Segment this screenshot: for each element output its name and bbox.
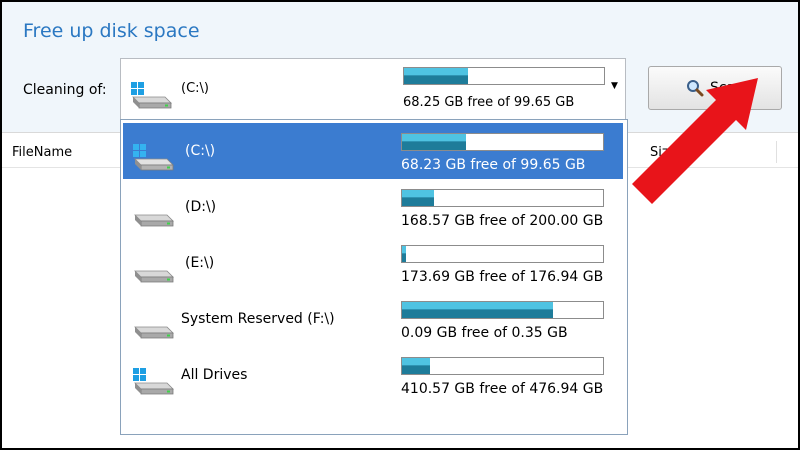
annotation-arrow-icon bbox=[632, 78, 758, 204]
dropdown-item-all-drives[interactable]: All Drives 410.57 GB free of 476.94 GB bbox=[123, 347, 623, 403]
usage-bar-fill bbox=[402, 246, 407, 262]
dropdown-item-d[interactable]: (D:\) 168.57 GB free of 200.00 GB bbox=[123, 179, 623, 235]
drive-name: (D:\) bbox=[185, 199, 217, 215]
cleaning-of-label: Cleaning of: bbox=[23, 82, 107, 98]
selected-drive-free-space: 68.25 GB free of 99.65 GB bbox=[403, 95, 575, 110]
dropdown-arrow-icon[interactable]: ▼ bbox=[611, 81, 618, 91]
drive-free-space: 68.23 GB free of 99.65 GB bbox=[401, 157, 586, 173]
usage-bar-fill bbox=[404, 68, 468, 84]
window-title: Free up disk space bbox=[23, 20, 200, 42]
dropdown-item-e[interactable]: (E:\) 173.69 GB free of 176.94 GB bbox=[123, 235, 623, 291]
windows-drive-icon bbox=[133, 368, 174, 395]
drive-name: All Drives bbox=[181, 367, 248, 383]
selected-drive-usage-bar bbox=[403, 67, 605, 85]
drive-usage-bar bbox=[401, 133, 604, 151]
drive-usage-bar bbox=[401, 357, 604, 375]
drive-icon bbox=[134, 214, 174, 227]
app-window: Free up disk space Cleaning of: (C:\) 68… bbox=[2, 2, 798, 448]
drive-icon bbox=[134, 326, 174, 339]
usage-bar-fill bbox=[402, 358, 431, 374]
drive-free-space: 410.57 GB free of 476.94 GB bbox=[401, 381, 604, 397]
selected-drive-name: (C:\) bbox=[181, 81, 209, 96]
drive-icon bbox=[134, 270, 174, 283]
dropdown-item-f[interactable]: System Reserved (F:\) 0.09 GB free of 0.… bbox=[123, 291, 623, 347]
drive-name: (C:\) bbox=[185, 143, 216, 159]
dropdown-item-c[interactable]: (C:\) 68.23 GB free of 99.65 GB bbox=[123, 123, 623, 179]
drive-free-space: 0.09 GB free of 0.35 GB bbox=[401, 325, 568, 341]
drive-usage-bar bbox=[401, 189, 604, 207]
drive-dropdown-list: (C:\) 68.23 GB free of 99.65 GB (D:\) 16… bbox=[120, 119, 628, 435]
usage-bar-fill bbox=[402, 134, 467, 150]
drive-usage-bar bbox=[401, 301, 604, 319]
usage-bar-fill bbox=[402, 190, 435, 206]
column-filename[interactable]: FileName bbox=[12, 145, 72, 160]
drive-free-space: 168.57 GB free of 200.00 GB bbox=[401, 213, 604, 229]
column-divider bbox=[776, 141, 777, 163]
drive-name: System Reserved (F:\) bbox=[181, 311, 335, 327]
drive-name: (E:\) bbox=[185, 255, 215, 271]
drive-usage-bar bbox=[401, 245, 604, 263]
drive-select-combo[interactable]: (C:\) 68.25 GB free of 99.65 GB ▼ bbox=[120, 58, 626, 120]
windows-drive-icon bbox=[131, 82, 172, 109]
windows-drive-icon bbox=[133, 144, 174, 171]
drive-free-space: 173.69 GB free of 176.94 GB bbox=[401, 269, 604, 285]
usage-bar-fill bbox=[402, 302, 553, 318]
